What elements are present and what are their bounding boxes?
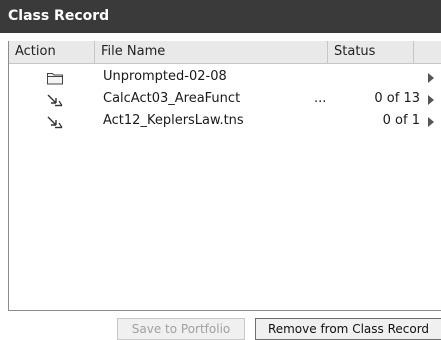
send-arrow-icon <box>46 92 64 108</box>
expand-arrow-icon[interactable] <box>428 73 434 83</box>
status-value: 0 of 13 <box>374 91 420 106</box>
class-record-table: Action File Name Status Unprompted-02-08… <box>8 41 441 311</box>
file-name: Unprompted-02-08 <box>103 69 227 84</box>
window-title: Class Record <box>0 0 441 33</box>
column-header-action[interactable]: Action <box>9 41 95 63</box>
file-name: Act12_KeplersLaw.tns <box>103 113 244 128</box>
table-row[interactable]: Unprompted-02-08 <box>9 67 441 89</box>
expand-arrow-icon[interactable] <box>428 95 434 105</box>
column-header-file-name[interactable]: File Name <box>95 41 328 63</box>
table-row[interactable]: Act12_KeplersLaw.tns 0 of 1 <box>9 111 441 133</box>
status-value: 0 of 1 <box>382 113 420 128</box>
table-row[interactable]: CalcAct03_AreaFunct ... 0 of 13 <box>9 89 441 111</box>
more-indicator: ... <box>314 91 327 106</box>
column-header-status[interactable]: Status <box>328 41 414 63</box>
expand-arrow-icon[interactable] <box>428 117 434 127</box>
table-header: Action File Name Status <box>9 41 441 64</box>
column-header-extra <box>414 41 441 63</box>
folder-icon <box>46 70 64 86</box>
file-name: CalcAct03_AreaFunct <box>103 91 241 106</box>
send-arrow-icon <box>46 114 64 130</box>
